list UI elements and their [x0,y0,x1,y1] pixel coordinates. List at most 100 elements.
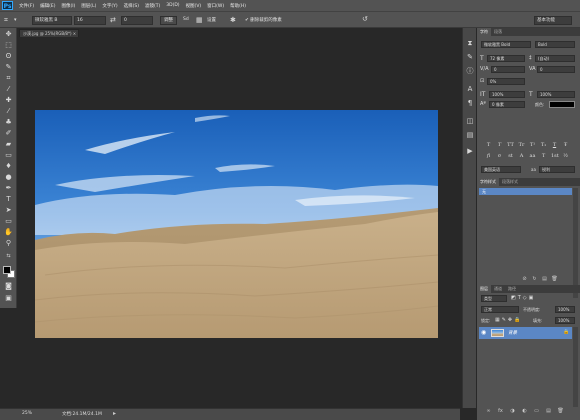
clear-override-icon[interactable]: ⊘ [521,276,528,283]
canvas-image[interactable] [35,110,438,338]
char-vscale[interactable]: 100% [489,91,525,98]
zoom-tool-icon[interactable]: ⚲ [3,239,14,248]
blend-mode-select[interactable]: 正常 [481,306,519,313]
link-layers-icon[interactable]: ∞ [485,408,492,415]
char-hscale[interactable]: 100% [537,91,575,98]
subscript-icon[interactable]: T₁ [540,142,547,149]
new-group-icon[interactable]: ▭ [533,408,540,415]
ligature-fi-icon[interactable]: fi [485,153,492,160]
style-list-item[interactable]: 无 [479,188,572,195]
eraser-tool-icon[interactable]: ▰ [3,140,14,149]
redefine-style-icon[interactable]: ↻ [531,276,538,283]
status-menu-arrow-icon[interactable]: ▸ [113,410,116,417]
faux-bold-icon[interactable]: T [485,142,492,149]
styles-panel-icon[interactable]: ▤ [465,130,475,140]
adjust-button[interactable]: 调整 [160,16,177,25]
menu-type[interactable]: 文字(Y) [102,3,117,9]
menu-window[interactable]: 窗口(W) [207,3,224,9]
shape-tool-icon[interactable]: ▭ [3,217,14,226]
dodge-tool-icon[interactable]: ● [3,173,14,182]
settings-label[interactable]: 设置 [207,17,216,23]
styles-scrollbar[interactable] [573,188,578,298]
delete-style-icon[interactable]: 🗑 [551,276,558,283]
glyph-panel-icon[interactable]: ◫ [465,116,475,126]
menu-select[interactable]: 选择(S) [124,3,139,9]
fill-field[interactable]: 100% [555,317,575,324]
all-caps-icon[interactable]: TT [507,142,514,149]
character-panel-icon[interactable]: A [465,84,475,94]
eyedropper-tool-icon[interactable]: ⁄ [3,85,14,94]
info-icon[interactable]: ⓘ [465,66,475,76]
char-color-swatch[interactable] [549,101,575,108]
swap-colors-icon[interactable]: ⇆ [3,252,14,261]
small-caps-icon[interactable]: Tr [518,142,525,149]
fractions-icon[interactable]: ½ [562,153,569,160]
tab-char-styles[interactable]: 字符样式 [477,178,499,186]
adjustment-layer-icon[interactable]: ◐ [521,408,528,415]
faux-italic-icon[interactable]: T [496,142,503,149]
screen-mode-icon[interactable]: ▣ [3,294,14,303]
char-font-size[interactable]: 72 像素 [487,55,525,62]
lasso-tool-icon[interactable]: ʘ [3,52,14,61]
swash-a-icon[interactable]: A [518,153,525,160]
font-size-field[interactable]: 16 [74,16,106,25]
chevron-down-icon[interactable]: ▾ [14,16,17,25]
ordinals-icon[interactable]: 1st [551,153,559,160]
type-tool-icon[interactable]: T [3,195,14,204]
menu-image[interactable]: 图像(I) [61,3,75,9]
quick-select-tool-icon[interactable]: ✎ [3,63,14,72]
layer-kind-filter[interactable]: 类型 [481,295,507,302]
underline-icon[interactable]: T [551,142,558,149]
tab-layers[interactable]: 图层 [477,285,491,293]
hand-tool-icon[interactable]: ✋ [3,228,14,237]
gradient-tool-icon[interactable]: ▭ [3,151,14,160]
move-tool-icon[interactable]: ✥ [3,30,14,39]
gear-icon[interactable]: ✱ [230,16,236,25]
ligature-st-icon[interactable]: st [507,153,514,160]
layer-style-icon[interactable]: fx [497,408,504,415]
tab-para-styles[interactable]: 段落样式 [499,178,521,186]
layers-scrollbar[interactable] [573,327,578,407]
tab-channels[interactable]: 通道 [491,285,505,293]
stamp-tool-icon[interactable]: ♣ [3,118,14,127]
reset-icon[interactable]: ↺ [362,15,368,24]
blur-tool-icon[interactable]: ♦ [3,162,14,171]
pen-tool-icon[interactable]: ✒ [3,184,14,193]
document-tab[interactable]: 沙漠.jpg @ 25%(RGB/8*) × [19,29,79,37]
history-brush-tool-icon[interactable]: ✐ [3,129,14,138]
path-select-tool-icon[interactable]: ➤ [3,206,14,215]
char-font-family[interactable]: 微软雅黑 Bold [481,41,531,48]
grid-icon[interactable]: ▦ [196,16,203,25]
actions-panel-icon[interactable]: ▶ [465,146,475,156]
font-family-field[interactable]: 微软雅黑 B [32,16,72,25]
layer-row-background[interactable]: ◉ 背景 🔒 [479,327,572,339]
zoom-level[interactable]: 25% [22,411,32,416]
workspace-select[interactable]: 基本功能 [534,16,572,25]
crop-tool-icon[interactable]: ⌗ [4,16,8,25]
delete-cropped-checkbox[interactable]: ✔ 删除裁剪的像素 [245,17,282,23]
paragraph-panel-icon[interactable]: ¶ [465,98,475,108]
size-value-field[interactable]: 0 [121,16,153,25]
menu-filter[interactable]: 滤镜(T) [145,3,160,9]
tab-paths[interactable]: 路径 [505,285,519,293]
tab-character[interactable]: 字符 [477,28,491,36]
strikethrough-icon[interactable]: Ŧ [562,142,569,149]
menu-3d[interactable]: 3D(D) [166,3,179,8]
titling-icon[interactable]: T [540,153,547,160]
char-antialias[interactable]: 锐利 [539,166,575,173]
char-tracking[interactable]: 0 [537,66,575,73]
history-icon[interactable]: ⧗ [465,38,475,48]
menu-view[interactable]: 视图(V) [186,3,202,9]
crop-tool-icon[interactable]: ⌗ [3,74,14,83]
layer-name[interactable]: 背景 [508,330,517,336]
brush-tool-icon[interactable]: ⁄ [3,107,14,116]
healing-tool-icon[interactable]: ✚ [3,96,14,105]
char-baseline[interactable]: 0 像素 [489,101,525,108]
new-style-icon[interactable]: ▤ [541,276,548,283]
char-leading[interactable]: (自动) [535,55,575,62]
delete-layer-icon[interactable]: 🗑 [557,408,564,415]
tab-paragraph[interactable]: 段落 [491,28,505,36]
char-font-style[interactable]: Bold [535,41,575,48]
marquee-tool-icon[interactable]: ⬚ [3,41,14,50]
stylistic-aa-icon[interactable]: aa [529,153,536,160]
